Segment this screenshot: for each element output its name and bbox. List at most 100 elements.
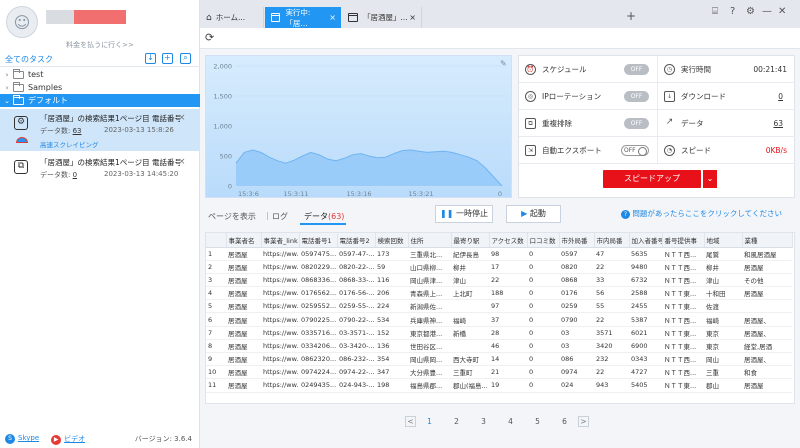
tab-data[interactable]: データ(63) bbox=[304, 211, 344, 222]
sidebar-footer: S Skype ▶ ビデオ バージョン: 3.6.4 bbox=[0, 430, 200, 448]
page-number[interactable]: 4 bbox=[497, 417, 524, 426]
task-count-value[interactable]: 63 bbox=[73, 127, 82, 135]
task-item[interactable]: ⧉ 「居酒屋」の検索結果1ページ目 電話番号検... データ数: 0 2023-… bbox=[0, 153, 200, 195]
page-number[interactable]: 2 bbox=[443, 417, 470, 426]
table-row[interactable]: 3 居酒屋 https://ww... 0868336... 0868-33-... 11… bbox=[206, 273, 792, 288]
auto-export-row: ⇲ 自動エクスポート OFF bbox=[519, 137, 657, 164]
prev-page-button[interactable]: < bbox=[405, 415, 416, 427]
speed-up-button[interactable]: スピードアップ bbox=[603, 170, 701, 188]
column-header[interactable]: 検索回数 bbox=[375, 233, 409, 248]
table-cell: 534 bbox=[375, 312, 408, 327]
settings-icon[interactable]: ⚙ bbox=[746, 6, 755, 17]
table-cell: https://ww... bbox=[261, 312, 299, 327]
tab-page-view[interactable]: ページを表示 bbox=[208, 211, 256, 222]
tab-log[interactable]: ログ bbox=[272, 211, 288, 222]
page-number[interactable]: 1 bbox=[416, 417, 443, 426]
task-status: 高速スクレイピング bbox=[40, 141, 99, 149]
workflow-icon: ⧉ bbox=[14, 160, 28, 174]
gift-icon[interactable]: ⌸ bbox=[712, 6, 718, 17]
video-link[interactable]: ▶ ビデオ bbox=[51, 434, 85, 445]
table-row[interactable]: 2 居酒屋 https://ww... 0820229... 0820-22-... 59… bbox=[206, 260, 792, 274]
close-icon[interactable]: × bbox=[178, 157, 186, 167]
table-row[interactable]: 8 居酒屋 https://ww... 0334206... 03-3420-... 13… bbox=[206, 339, 792, 354]
tab-home[interactable]: ⌂ ホーム... bbox=[200, 7, 264, 28]
table-cell: 三重県北... bbox=[408, 247, 451, 261]
task-item[interactable]: ⚙ 「居酒屋」の検索結果1ページ目 電話番号検... データ数: 63 2023… bbox=[0, 109, 200, 151]
table-cell: ＮＴＴ東... bbox=[662, 299, 704, 314]
column-header[interactable]: 番号提供事 bbox=[662, 233, 705, 248]
column-header[interactable]: 市内局番 bbox=[594, 233, 630, 248]
task-count-value[interactable]: 0 bbox=[73, 171, 77, 179]
table-row[interactable]: 1 居酒屋 https://ww... 0597475... 0597-47-... 17… bbox=[206, 247, 792, 261]
table-row[interactable]: 11 居酒屋 https://ww... 0249435... 024-943-... 1… bbox=[206, 378, 792, 393]
table-cell: 354 bbox=[375, 352, 408, 367]
column-header[interactable]: 電話番号2 bbox=[337, 233, 376, 248]
all-tasks-link[interactable]: 全てのタスク bbox=[5, 54, 53, 65]
tab-search-results[interactable]: 「居酒屋」... × bbox=[342, 7, 422, 28]
start-button[interactable]: ▶ 起動 bbox=[506, 205, 561, 223]
page-number[interactable]: 6 bbox=[551, 417, 578, 426]
table-cell: 024 bbox=[559, 378, 594, 393]
column-header[interactable]: アクセス数 bbox=[489, 233, 528, 248]
import-icon[interactable]: ↓ bbox=[145, 53, 156, 64]
column-header[interactable] bbox=[206, 233, 227, 248]
window-close-icon[interactable]: ✕ bbox=[778, 6, 786, 17]
next-page-button[interactable]: > bbox=[578, 415, 589, 427]
refresh-icon[interactable]: ⟳ bbox=[205, 31, 214, 44]
column-header[interactable]: 事業者名 bbox=[226, 233, 262, 248]
column-header[interactable]: 口コミ数 bbox=[527, 233, 560, 248]
window-icon bbox=[271, 13, 281, 22]
tree-item-default[interactable]: ⌄ デフォルト bbox=[0, 94, 200, 107]
minimize-icon[interactable]: — bbox=[762, 6, 772, 17]
help-icon[interactable]: ? bbox=[730, 6, 735, 17]
auto-export-toggle[interactable]: OFF bbox=[621, 144, 649, 156]
edit-icon[interactable]: ✎ bbox=[500, 59, 507, 68]
table-cell: 0868336... bbox=[299, 273, 337, 288]
table-row[interactable]: 9 居酒屋 https://ww... 0862320... 086-232-... 35… bbox=[206, 352, 792, 367]
ip-rotation-toggle[interactable]: OFF bbox=[624, 90, 649, 102]
dedup-toggle[interactable]: OFF bbox=[624, 117, 649, 129]
close-icon[interactable]: × bbox=[409, 13, 416, 22]
table-cell: 03 bbox=[559, 326, 594, 340]
column-header[interactable]: 事業者_link bbox=[261, 233, 300, 248]
new-tab-button[interactable]: + bbox=[626, 9, 636, 23]
tree-item-test[interactable]: › test bbox=[0, 68, 200, 81]
chevron-down-icon[interactable]: ⌄ bbox=[703, 170, 717, 188]
pause-button[interactable]: ❚❚ 一時停止 bbox=[435, 205, 493, 223]
page-number[interactable]: 5 bbox=[524, 417, 551, 426]
add-task-icon[interactable]: + bbox=[162, 53, 173, 64]
close-icon[interactable]: × bbox=[329, 13, 336, 22]
search-task-icon[interactable]: ⌕ bbox=[180, 53, 191, 64]
table-row[interactable]: 7 居酒屋 https://ww... 0335716... 03-3571-... 15… bbox=[206, 326, 792, 340]
tab-data-label: データ bbox=[304, 212, 328, 221]
column-header[interactable]: 業種 bbox=[742, 233, 793, 248]
column-header[interactable]: 電話番号1 bbox=[299, 233, 338, 248]
column-header[interactable]: 市外局番 bbox=[559, 233, 595, 248]
close-icon[interactable]: × bbox=[178, 113, 186, 123]
column-header[interactable]: 住所 bbox=[408, 233, 452, 248]
pay-link[interactable]: 料金を払うに行く>> bbox=[0, 40, 200, 50]
tab-running[interactable]: 実行中:「居... × bbox=[265, 7, 341, 28]
table-cell: 8 bbox=[206, 339, 226, 354]
column-header[interactable]: 加入者番号 bbox=[629, 233, 663, 248]
data-value[interactable]: 63 bbox=[773, 119, 783, 128]
table-row[interactable]: 10 居酒屋 https://ww... 0974224... 0974-22-... 3… bbox=[206, 365, 792, 380]
table-cell: 6 bbox=[206, 312, 226, 327]
table-cell: 和風居酒屋 bbox=[742, 247, 792, 261]
table-cell: 03-3571-... bbox=[337, 326, 375, 340]
schedule-toggle[interactable]: OFF bbox=[624, 63, 649, 75]
page-number[interactable]: 3 bbox=[470, 417, 497, 426]
table-row[interactable]: 6 居酒屋 https://ww... 0790225... 0790-22-... 53… bbox=[206, 312, 792, 327]
help-link[interactable]: ? 問題があったらここをクリックしてください bbox=[621, 208, 782, 219]
column-header[interactable]: 最寄り駅 bbox=[451, 233, 490, 248]
table-cell: 居酒屋 bbox=[742, 378, 792, 393]
tree-item-samples[interactable]: › Samples bbox=[0, 81, 200, 94]
table-cell: 0974 bbox=[559, 365, 594, 380]
table-row[interactable]: 5 居酒屋 https://ww... 0259552... 0259-55-... 22… bbox=[206, 299, 792, 314]
table-cell: 0 bbox=[527, 247, 559, 261]
table-cell: 0249435... bbox=[299, 378, 337, 393]
download-value[interactable]: 0 bbox=[778, 92, 783, 101]
table-row[interactable]: 4 居酒屋 https://ww... 0176562... 0176-56-... 20… bbox=[206, 286, 792, 301]
skype-link[interactable]: S Skype bbox=[5, 434, 39, 444]
column-header[interactable]: 地域 bbox=[704, 233, 743, 248]
